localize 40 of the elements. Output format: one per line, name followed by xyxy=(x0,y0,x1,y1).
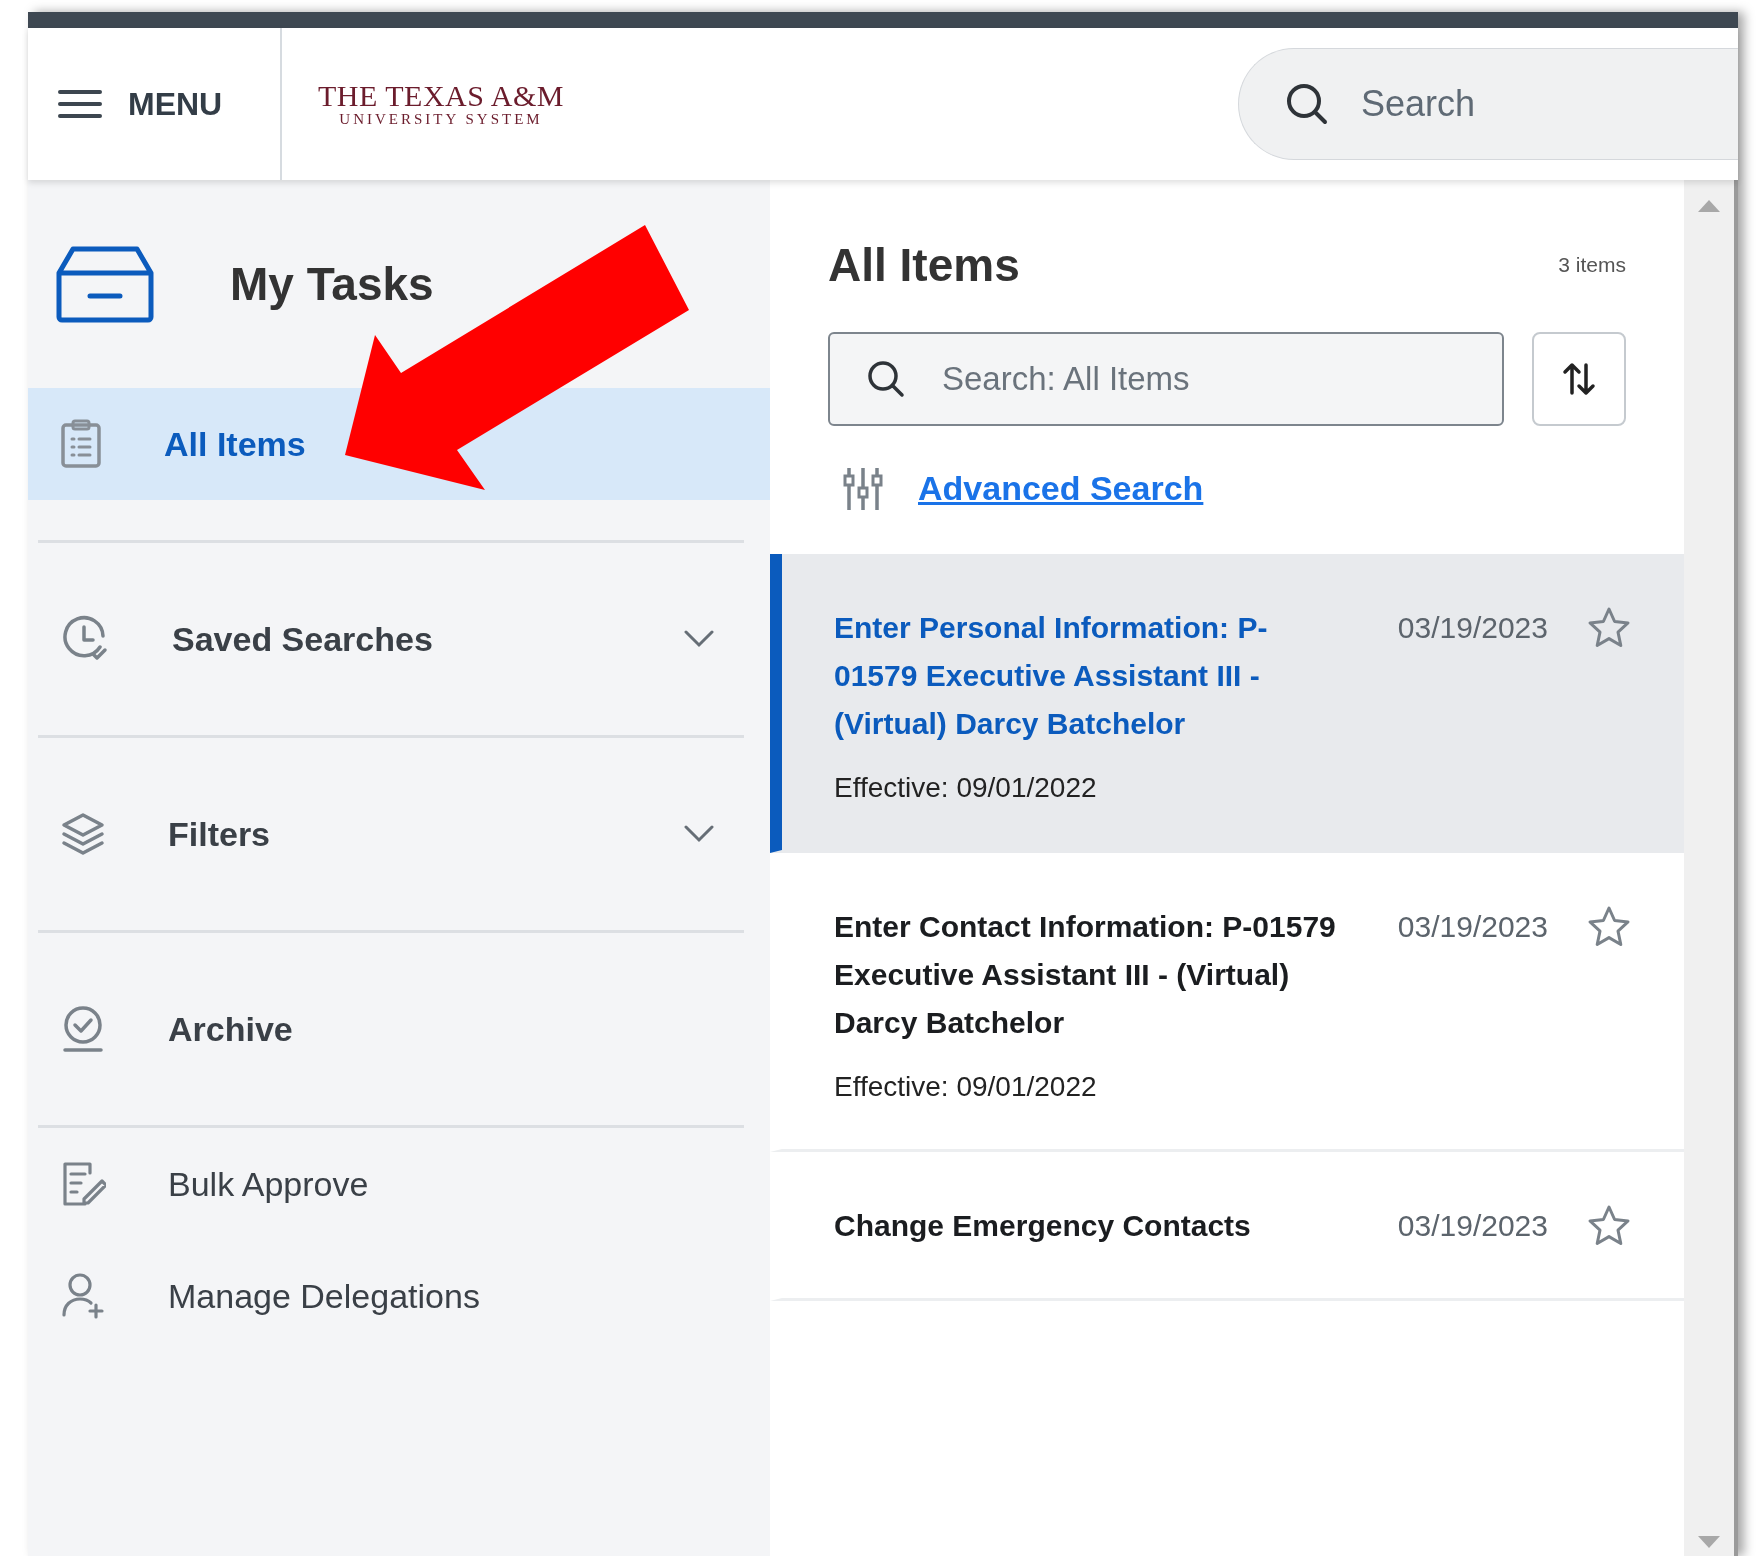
sidebar-item[interactable]: Bulk Approve xyxy=(28,1128,770,1240)
task-date: 03/19/2023 xyxy=(1397,909,1548,945)
list-search-field[interactable]: Search: All Items xyxy=(940,359,1502,399)
list-title: All Items xyxy=(828,238,1020,292)
list-search-box[interactable]: Search: All Items xyxy=(828,332,1504,426)
sidebar-item[interactable]: Saved Searches xyxy=(28,543,770,735)
task-date: 03/19/2023 xyxy=(1397,1208,1548,1244)
person-add-icon xyxy=(60,1271,106,1321)
scrollbar[interactable] xyxy=(1684,180,1734,1556)
search-icon xyxy=(1285,82,1329,126)
effective-date: Effective: 09/01/2022 xyxy=(834,772,1098,804)
task-title: Enter Personal Information: P-01579 Executive Assistant III - (Virtual) Darcy Batchelor xyxy=(834,610,1269,742)
sidebar-title: My Tasks xyxy=(230,257,434,311)
menu-icon xyxy=(58,89,102,119)
scroll-up-icon xyxy=(1698,200,1720,212)
logo-title: THE TEXAS A&M xyxy=(318,80,564,111)
task-title: Change Emergency Contacts xyxy=(834,1208,1252,1244)
search-icon xyxy=(866,359,906,399)
scroll-down-icon xyxy=(1698,1536,1720,1548)
effective-date: Effective: 09/01/2022 xyxy=(834,1071,1098,1103)
task-date: 03/19/2023 xyxy=(1397,610,1548,646)
search-field[interactable]: Search xyxy=(1359,82,1663,126)
layers-icon xyxy=(60,811,106,857)
clipboard-icon xyxy=(60,419,102,469)
sidebar-item[interactable]: Archive xyxy=(28,933,770,1125)
advanced-search-link[interactable]: Advanced Search xyxy=(918,468,1204,508)
sidebar-item[interactable]: Filters xyxy=(28,738,770,930)
check-circle-icon xyxy=(60,1004,106,1054)
item-count: 3 items xyxy=(1558,253,1626,277)
task-title: Enter Contact Information: P-01579 Executive Assistant III - (Virtual) Darcy Batchelor xyxy=(834,909,1337,1041)
logo[interactable]: THE TEXAS A&M UNIVERSITY SYSTEM xyxy=(318,80,564,128)
document-edit-icon xyxy=(60,1159,106,1209)
sort-icon xyxy=(1561,361,1597,397)
search-box[interactable]: Search xyxy=(1238,48,1738,160)
sliders-icon xyxy=(842,466,884,510)
logo-subtitle: UNIVERSITY SYSTEM xyxy=(339,110,543,128)
sidebar-item[interactable]: Manage Delegations xyxy=(28,1240,770,1352)
sort-button[interactable] xyxy=(1532,332,1626,426)
menu-button[interactable]: MENU xyxy=(28,28,282,180)
inbox-icon xyxy=(56,245,154,323)
